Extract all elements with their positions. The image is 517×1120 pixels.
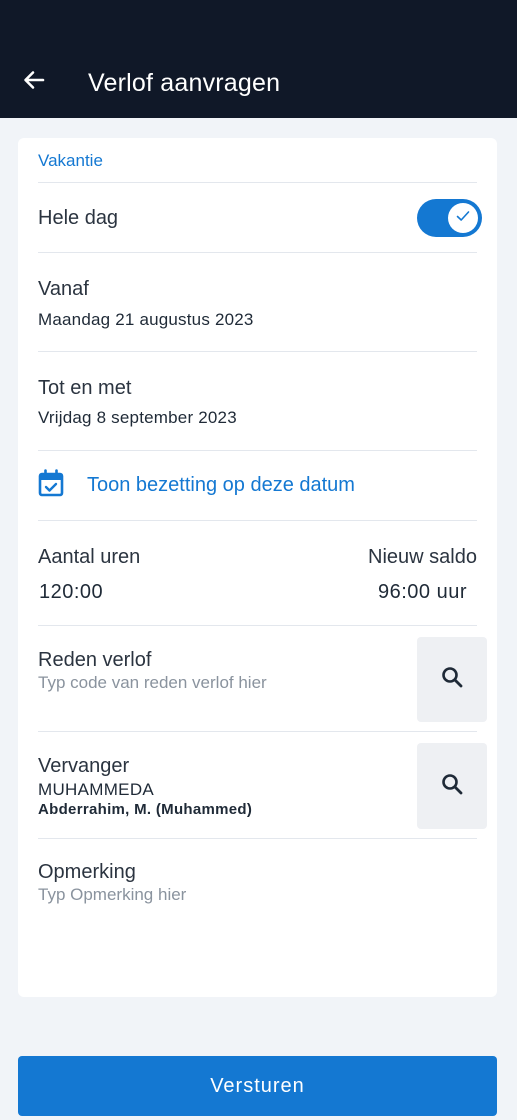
reason-search-button[interactable] <box>417 637 487 722</box>
hours-label: Aantal uren <box>38 546 141 568</box>
full-day-toggle[interactable] <box>417 199 482 237</box>
calendar-check-icon <box>38 468 64 502</box>
divider <box>38 625 477 626</box>
leave-type-selector[interactable]: Vakantie <box>38 150 103 172</box>
submit-button[interactable]: Versturen <box>18 1056 497 1116</box>
divider <box>38 252 477 253</box>
hours-value: 120:00 <box>39 581 104 603</box>
reason-label: Reden verlof <box>38 649 152 671</box>
from-value: Maandag 21 augustus 2023 <box>38 310 254 329</box>
divider <box>38 450 477 451</box>
page-title: Verlof aanvragen <box>88 69 281 97</box>
divider <box>38 351 477 352</box>
show-occupancy-label: Toon bezetting op deze datum <box>87 474 355 496</box>
new-balance-label: Nieuw saldo <box>368 546 477 568</box>
substitute-label: Vervanger <box>38 755 130 777</box>
until-label: Tot en met <box>38 377 132 399</box>
divider <box>38 838 477 839</box>
divider <box>38 731 477 732</box>
back-button[interactable] <box>14 60 54 104</box>
substitute-name: Abderrahim, M. (Muhammed) <box>38 801 253 818</box>
from-label: Vanaf <box>38 278 89 300</box>
new-balance-value: 96:00 uur <box>377 581 467 603</box>
remark-input[interactable]: Typ Opmerking hier <box>38 884 186 906</box>
divider <box>38 182 477 183</box>
show-occupancy-link[interactable]: Toon bezetting op deze datum <box>38 468 458 502</box>
remark-label: Opmerking <box>38 861 136 883</box>
reason-input[interactable]: Typ code van reden verlof hier <box>38 672 267 694</box>
search-icon <box>440 665 464 694</box>
full-day-label: Hele dag <box>38 207 119 229</box>
search-icon <box>440 772 464 801</box>
until-value: Vrijdag 8 september 2023 <box>38 408 237 427</box>
divider <box>38 520 477 521</box>
arrow-left-icon <box>22 68 46 97</box>
toggle-knob <box>448 203 478 233</box>
check-icon <box>455 208 471 229</box>
leave-request-form: Vakantie Hele dag Vanaf Maandag 21 augus… <box>18 138 497 997</box>
substitute-code: MUHAMMEDA <box>38 780 155 799</box>
substitute-search-button[interactable] <box>417 743 487 829</box>
app-bar: Verlof aanvragen <box>0 0 517 118</box>
